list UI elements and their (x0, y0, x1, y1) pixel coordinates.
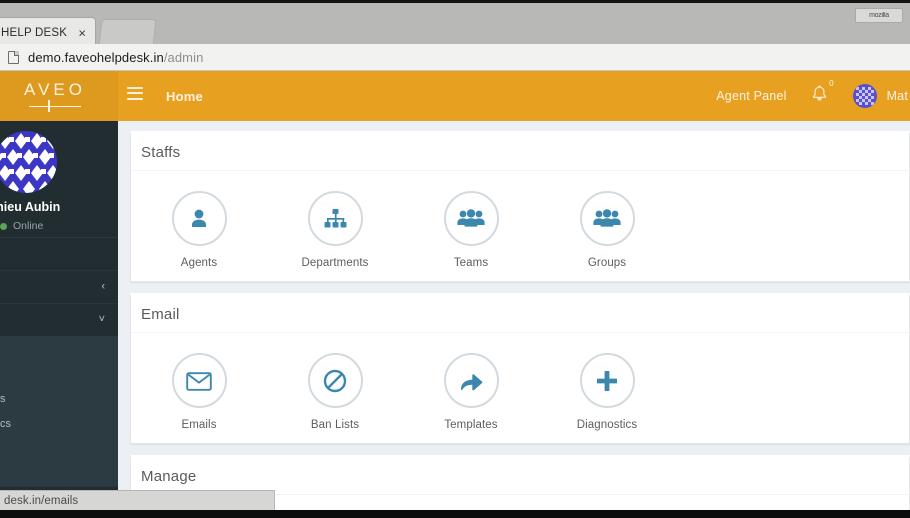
online-status-icon (0, 222, 7, 230)
cross-icon (29, 99, 81, 112)
browser-url-bar[interactable]: demo.faveohelpdesk.in/admin (0, 44, 910, 71)
sidebar-user-panel: thieu Aubin Online (0, 121, 118, 238)
bell-icon (812, 85, 826, 101)
panel-header: Staffs (131, 134, 909, 171)
browser-status-bar: desk.in/emails (0, 490, 275, 510)
identicon-avatar-icon (852, 84, 877, 108)
tile-icon-circle (307, 191, 363, 246)
panel-title: Manage (141, 467, 197, 485)
page-document-icon (8, 50, 19, 64)
agent-panel-link[interactable]: Agent Panel (716, 89, 786, 103)
sidebar-user-status: Online (0, 220, 43, 232)
tile-icon-circle (443, 353, 499, 408)
status-bar-url: desk.in/emails (4, 494, 79, 507)
tile-diagnostics[interactable]: Diagnostics (539, 353, 675, 431)
brand-logo-text: AVEO (24, 79, 86, 99)
sidebar-submenu-spacer (0, 336, 118, 386)
url-text: demo.faveohelpdesk.in/admin (28, 50, 203, 65)
new-tab-ghost[interactable] (98, 19, 157, 47)
url-domain: demo.faveohelpdesk.in (28, 49, 164, 65)
app-header: AVEO Home Agent Panel 0 Mat (0, 71, 910, 121)
chevron-down-icon: ˅ (98, 313, 105, 326)
nav-home-link[interactable]: Home (166, 71, 203, 121)
tile-label: Groups (587, 257, 627, 269)
tile-departments[interactable]: Departments (267, 191, 403, 269)
users-icon (457, 208, 485, 227)
tile-agents[interactable]: Agents (131, 191, 267, 269)
chevron-left-icon: ‹ (101, 280, 105, 293)
sidebar-submenu-spacer (0, 436, 118, 486)
notification-badge: 0 (829, 79, 834, 88)
main-content: Staffs Agents Departments Teams Groups E… (118, 121, 910, 518)
window-badge-label: mozilla (869, 12, 889, 19)
tile-label: Ban Lists (310, 419, 360, 431)
user-menu-label[interactable]: Mat (887, 89, 910, 103)
users-icon (593, 208, 621, 227)
user-icon (192, 209, 206, 227)
sidebar-status-label: Online (13, 220, 44, 232)
sidebar-spacer (0, 238, 118, 270)
panel-title: Staffs (141, 143, 181, 161)
tile-label: Teams (453, 257, 489, 269)
sidebar-item-expanded[interactable]: ˅ (0, 303, 118, 336)
screen-bottom-border (0, 510, 910, 518)
browser-tab-strip: HELP DESK × mozilla (0, 0, 910, 47)
screen: HELP DESK × mozilla demo.faveohelpdesk.i… (0, 0, 910, 518)
sidebar-avatar[interactable] (0, 131, 57, 193)
tile-icon-circle (307, 353, 363, 408)
tile-icon-circle (171, 353, 227, 408)
url-path: /admin (163, 49, 204, 65)
panel-header: Email (131, 296, 909, 333)
hamburger-icon-bar (127, 92, 143, 95)
panel-title: Email (141, 305, 180, 323)
browser-tab-title: HELP DESK (1, 26, 68, 39)
plus-icon (597, 370, 617, 391)
tile-label: Diagnostics (576, 419, 638, 431)
tile-label: Emails (181, 419, 217, 431)
sidebar-toggle-button[interactable] (127, 87, 143, 100)
tile-icon-circle (579, 353, 635, 408)
header-right-group: Agent Panel 0 Mat (716, 71, 910, 121)
sidebar-user-name: thieu Aubin (0, 200, 61, 214)
panel-staffs: Staffs Agents Departments Teams Groups (130, 131, 910, 282)
avatar[interactable] (852, 84, 877, 108)
tile-ban-lists[interactable]: Ban Lists (267, 353, 403, 431)
ban-icon (323, 369, 347, 392)
tile-label: Departments (301, 257, 369, 269)
tile-emails[interactable]: Emails (131, 353, 267, 431)
tile-icon-circle (443, 191, 499, 246)
hamburger-icon-bar (127, 97, 143, 100)
panel-email: Email Emails Ban Lists Templates Diagnos… (130, 293, 910, 444)
window-badge: mozilla (855, 8, 903, 23)
tile-icon-circle (579, 191, 635, 246)
sitemap-icon (324, 208, 346, 227)
sidebar-submenu: s cs (0, 336, 118, 486)
tile-teams[interactable]: Teams (403, 191, 539, 269)
tile-groups[interactable]: Groups (539, 191, 675, 269)
close-icon[interactable]: × (78, 26, 86, 39)
tile-label: Agents (180, 257, 218, 269)
browser-tab[interactable]: HELP DESK × (0, 17, 96, 47)
share-arrow-icon (460, 373, 482, 390)
tile-templates[interactable]: Templates (403, 353, 539, 431)
sidebar-subitem-2[interactable]: cs (0, 411, 118, 436)
notifications-button[interactable]: 0 (812, 79, 834, 107)
sidebar: thieu Aubin Online ‹ ˅ s cs ‹ (0, 121, 118, 518)
sidebar-subitem-1[interactable]: s (0, 386, 118, 411)
brand-logo[interactable]: AVEO (0, 71, 118, 121)
panel-body: Agents Departments Teams Groups (131, 171, 909, 281)
tile-label: Templates (444, 419, 498, 431)
hamburger-icon-bar (127, 87, 143, 90)
panel-body: Emails Ban Lists Templates Diagnostics (131, 333, 909, 443)
identicon-avatar-icon (0, 131, 57, 193)
sidebar-item-collapsed-1[interactable]: ‹ (0, 270, 118, 303)
envelope-icon (186, 371, 212, 391)
tile-icon-circle (171, 191, 227, 246)
